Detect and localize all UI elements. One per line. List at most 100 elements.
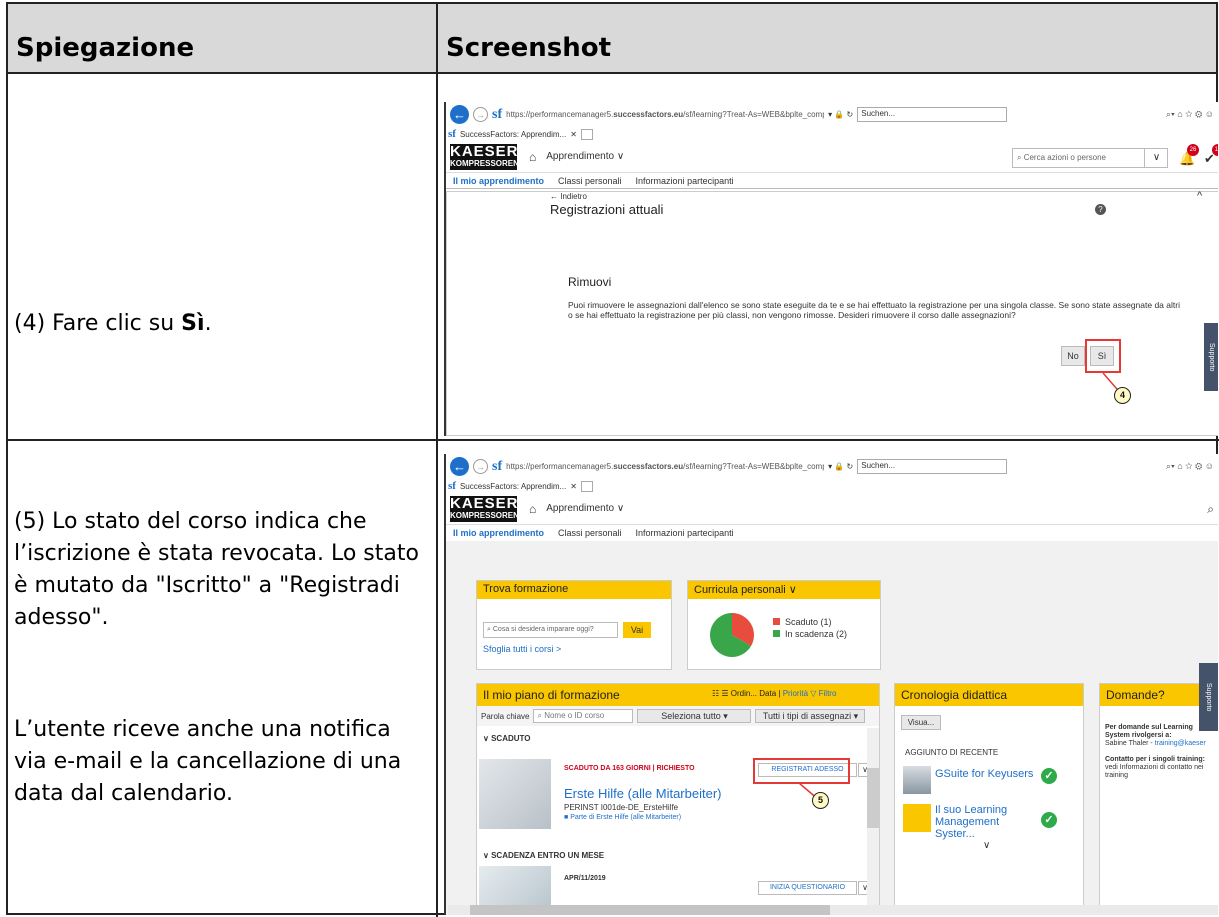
legend-due: In scadenza (2) xyxy=(785,629,848,639)
search-dropdown-icon[interactable]: ∨ xyxy=(1144,148,1168,168)
new-tab-icon[interactable] xyxy=(580,480,593,492)
step4-prefix: (4) Fare clic su xyxy=(14,311,182,336)
start-questionnaire-button[interactable]: INIZIA QUESTIONARIO xyxy=(758,881,857,895)
history-item-lms[interactable]: Il suo Learning Management Syster... xyxy=(935,804,1039,840)
step4-suffix: . xyxy=(204,311,212,336)
expand-icon[interactable]: ∨ xyxy=(983,840,990,851)
column-divider xyxy=(436,4,438,917)
browse-link[interactable]: Sfoglia tutti i corsi > xyxy=(483,644,561,654)
history-card: Cronologia didattica Visua... AGGIUNTO D… xyxy=(894,683,1084,915)
nav-participant-info[interactable]: Informazioni partecipanti xyxy=(636,176,734,186)
tab-close-icon[interactable]: ✕ xyxy=(570,130,577,139)
plan-sort[interactable]: ☷ ☰ Ordin... Data | Priorità ▽ Filtro xyxy=(712,689,836,698)
nav-my-learning[interactable]: Il mio apprendimento xyxy=(453,528,544,538)
app-header: KAESER KOMPRESSOREN ⌂ Apprendimento ∨ ⌕ C… xyxy=(446,141,1218,173)
browser-icons: ⌕▾ ⌂ ☆ ⚙ ☺ xyxy=(1165,109,1214,119)
support-tab[interactable]: Supporto xyxy=(1204,323,1218,391)
find-training-title: Trova formazione xyxy=(477,581,671,599)
notification-badge: 26 xyxy=(1187,144,1199,156)
kaeser-logo: KAESER KOMPRESSOREN xyxy=(450,494,519,522)
learning-plan-header: Il mio piano di formazione ☷ ☰ Ordin... … xyxy=(477,684,879,706)
course-code: PERINST I001de-DE_ErsteHilfe xyxy=(564,803,679,812)
completed-check-icon: ✓ xyxy=(1041,768,1057,784)
screenshot-learning-home: ← → sf https://performancemanager5.succe… xyxy=(444,454,1218,915)
browser-tab[interactable]: sf SuccessFactors: Apprendim... ✕ xyxy=(446,127,1218,141)
learning-plan-title: Il mio piano di formazione xyxy=(483,688,620,702)
step4-text: (4) Fare clic su Sì. xyxy=(14,308,429,340)
lms-thumbnail xyxy=(903,804,931,832)
sf-favicon-icon: sf xyxy=(492,106,503,122)
forward-icon[interactable]: → xyxy=(473,107,488,122)
curricula-title[interactable]: Curricula personali ∨ xyxy=(688,581,880,599)
overdue-status: SCADUTO DA 163 GIORNI | RICHIESTO xyxy=(564,765,695,772)
tab-title: SuccessFactors: Apprendim... xyxy=(459,481,567,491)
section-title: Rimuovi xyxy=(568,275,612,289)
screenshot-remove-dialog: ← → sf https://performancemanager5.succe… xyxy=(444,102,1218,436)
recent-label: AGGIUNTO DI RECENTE xyxy=(905,748,999,757)
dialog-panel: ← Indietro Registrazioni attuali ? ^ Rim… xyxy=(446,190,1218,436)
group-due-soon[interactable]: ∨ SCADENZA ENTRO UN MESE xyxy=(483,851,604,860)
lock-icon: ▾ 🔒 ↻ xyxy=(828,462,854,471)
step4-bold: Sì xyxy=(181,311,205,336)
nav-personal-classes[interactable]: Classi personali xyxy=(558,176,622,186)
view-dropdown[interactable]: Visua... xyxy=(901,715,941,730)
course-thumbnail xyxy=(479,759,551,829)
keyword-input[interactable]: ⌕ Nome o ID corso xyxy=(533,709,634,723)
go-button[interactable]: Vai xyxy=(623,622,651,638)
course-search-input[interactable]: ⌕ Cosa si desidera imparare oggi? xyxy=(483,622,618,638)
back-link[interactable]: ← Indietro xyxy=(550,192,587,201)
highlight-box xyxy=(1085,339,1121,373)
learning-plan-card: Il mio piano di formazione ☷ ☰ Ordin... … xyxy=(476,683,880,915)
completed-check-icon-2: ✓ xyxy=(1041,812,1057,828)
address-bar[interactable]: https://performancemanager5.successfacto… xyxy=(506,462,824,471)
browser-bar: ← → sf https://performancemanager5.succe… xyxy=(446,102,1218,127)
help-icon[interactable]: ? xyxy=(1095,204,1106,215)
questions-body: Per domande sul Learning System rivolger… xyxy=(1105,724,1206,779)
history-title: Cronologia didattica xyxy=(895,684,1083,706)
lock-icon: ▾ 🔒 ↻ xyxy=(828,110,854,119)
tab-close-icon[interactable]: ✕ xyxy=(570,482,577,491)
header-explanation: Spiegazione xyxy=(8,4,436,74)
new-tab-icon[interactable] xyxy=(580,128,593,140)
nav-participant-info[interactable]: Informazioni partecipanti xyxy=(636,528,734,538)
module-menu[interactable]: Apprendimento ∨ xyxy=(546,151,624,162)
browser-search[interactable]: Suchen... xyxy=(857,107,1008,122)
browser-tab[interactable]: sf SuccessFactors: Apprendim... ✕ xyxy=(446,479,1218,493)
tab-favicon-icon: sf xyxy=(448,480,456,492)
address-bar[interactable]: https://performancemanager5.successfacto… xyxy=(506,110,824,119)
course-parent[interactable]: ■ Parte di Erste Hilfe (alle Mitarbeiter… xyxy=(564,814,681,821)
module-menu[interactable]: Apprendimento ∨ xyxy=(546,503,624,514)
plan-filters: Parola chiave ⌕ Nome o ID corso Selezion… xyxy=(477,706,879,726)
group-overdue[interactable]: ∨ SCADUTO xyxy=(477,726,879,743)
callout-4: 4 xyxy=(1114,387,1131,404)
select-all-dropdown[interactable]: Seleziona tutto ▾ xyxy=(637,709,752,723)
search-icon[interactable]: ⌕ xyxy=(1207,502,1214,517)
forward-icon[interactable]: → xyxy=(473,459,488,474)
nav-my-learning[interactable]: Il mio apprendimento xyxy=(453,176,544,186)
horizontal-scrollbar[interactable] xyxy=(448,905,1218,915)
sub-nav: Il mio apprendimento Classi personali In… xyxy=(446,173,1218,189)
browser-search[interactable]: Suchen... xyxy=(857,459,1008,474)
todo-badge: 13 xyxy=(1212,144,1218,156)
back-icon[interactable]: ← xyxy=(450,105,469,124)
kaeser-logo: KAESER KOMPRESSOREN xyxy=(450,142,519,170)
home-icon[interactable]: ⌂ xyxy=(529,150,536,164)
dialog-title: Registrazioni attuali xyxy=(550,202,664,217)
browser-icons: ⌕▾ ⌂ ☆ ⚙ ☺ xyxy=(1165,461,1214,471)
tab-favicon-icon: sf xyxy=(448,128,456,140)
support-tab-2[interactable]: Supporto xyxy=(1199,663,1218,731)
plan-scrollbar[interactable] xyxy=(867,728,879,915)
no-button[interactable]: No xyxy=(1061,346,1085,366)
callout-5: 5 xyxy=(812,792,829,809)
home-icon[interactable]: ⌂ xyxy=(529,502,536,516)
history-item-gsuite[interactable]: GSuite for Keyusers xyxy=(935,768,1033,780)
row-divider xyxy=(8,439,1219,441)
back-icon[interactable]: ← xyxy=(450,457,469,476)
nav-personal-classes[interactable]: Classi personali xyxy=(558,528,622,538)
collapse-icon[interactable]: ^ xyxy=(1197,190,1202,202)
assignment-type-dropdown[interactable]: Tutti i tipi di assegnazi ▾ xyxy=(755,709,866,723)
sub-nav-2: Il mio apprendimento Classi personali In… xyxy=(446,525,1218,541)
course-title[interactable]: Erste Hilfe (alle Mitarbeiter) xyxy=(564,786,722,801)
due-date: APR/11/2019 xyxy=(564,875,606,882)
tab-title: SuccessFactors: Apprendim... xyxy=(459,129,567,139)
